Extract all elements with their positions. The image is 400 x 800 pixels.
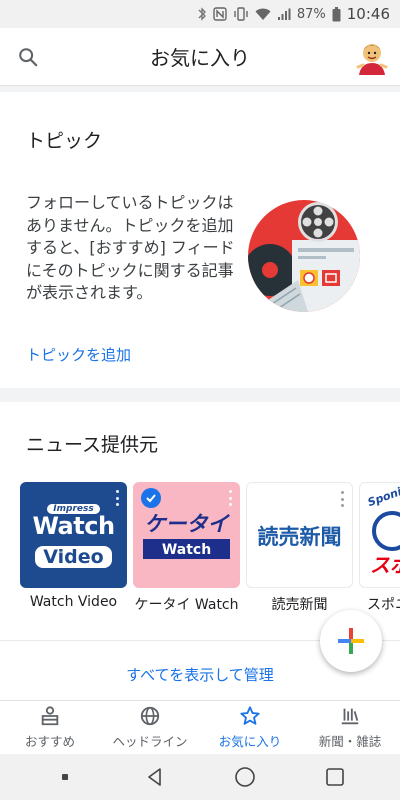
source-tile-watch-video[interactable]: Impress Watch Video Watch Video [20, 482, 127, 622]
logo-main-text: Sponichi [366, 482, 400, 510]
nav-newsstand[interactable]: 新聞・雑誌 [300, 701, 400, 754]
logo-sub-text: Watch [161, 542, 212, 558]
source-label: 読売新聞 [271, 597, 328, 613]
page-title: お気に入り [150, 46, 250, 70]
back-icon [148, 768, 161, 786]
nav-label: おすすめ [24, 734, 75, 749]
source-tile-keitai-watch[interactable]: ケータイ Watch ケータイ Watch [133, 482, 240, 622]
overview-button[interactable] [315, 757, 355, 797]
topics-section: トピック フォローしているトピックはありません。トピックを追加すると、[おすすめ… [0, 92, 400, 388]
bottom-nav: おすすめ ヘッドライン お気に入り 新聞・雑誌 [0, 700, 400, 754]
logo-main-text: ケータイ [144, 512, 229, 536]
wifi-icon [255, 8, 271, 21]
recent-dot-button[interactable] [45, 757, 85, 797]
battery-icon [332, 6, 341, 22]
sources-heading: ニュース提供元 [26, 434, 159, 456]
source-logo: Impress Watch Video [20, 482, 127, 588]
source-logo: 読売新聞 [246, 482, 353, 588]
nav-label: ヘッドライン [112, 734, 188, 749]
nav-favorites[interactable]: お気に入り [200, 701, 300, 754]
nav-label: 新聞・雑誌 [318, 734, 382, 749]
status-bar: 87% 10:46 [0, 0, 400, 28]
battery-percent: 87% [296, 6, 326, 22]
source-tile-sponichi[interactable]: Sponichi スポ スポニ [359, 482, 400, 622]
topics-illustration [248, 200, 360, 312]
nav-for-you[interactable]: おすすめ [0, 701, 100, 754]
for-you-icon [41, 706, 59, 726]
logo-sub-text: Video [35, 546, 112, 568]
star-icon [240, 706, 260, 725]
globe-icon [140, 706, 160, 726]
signal-icon [277, 8, 291, 21]
tile-menu-icon[interactable] [337, 489, 347, 509]
search-button[interactable] [0, 28, 56, 86]
source-label: ケータイ Watch [134, 597, 239, 613]
home-icon [235, 767, 255, 787]
tile-menu-icon[interactable] [112, 488, 122, 508]
app-bar: お気に入り [0, 28, 400, 86]
plus-icon [338, 628, 364, 654]
topics-empty-message: フォローしているトピックはありません。トピックを追加すると、[おすすめ] フィー… [26, 193, 235, 302]
avatar[interactable] [344, 28, 400, 86]
nav-headlines[interactable]: ヘッドライン [100, 701, 200, 754]
add-topic-link[interactable]: トピックを追加 [26, 344, 131, 365]
newsstand-icon [341, 708, 359, 725]
source-logo: Sponichi スポ [359, 482, 400, 588]
system-nav-bar [0, 754, 400, 800]
search-icon [19, 47, 38, 66]
logo-sub-text: スポ [370, 553, 400, 577]
add-fab-button[interactable] [320, 610, 382, 672]
tile-menu-icon[interactable] [225, 488, 235, 508]
followed-check-icon [141, 488, 161, 508]
vibrate-icon [233, 7, 249, 21]
topics-heading: トピック [26, 130, 103, 152]
status-time: 10:46 [346, 5, 390, 23]
overview-icon [326, 768, 344, 786]
nfc-icon [213, 7, 227, 21]
avatar-icon [356, 43, 388, 75]
source-logo: ケータイ Watch [133, 482, 240, 588]
bluetooth-icon [197, 7, 207, 21]
dot-icon [62, 774, 68, 780]
source-tile-yomiuri[interactable]: 読売新聞 読売新聞 [246, 482, 353, 622]
sources-carousel[interactable]: Impress Watch Video Watch Video ケータイ Wat… [20, 482, 400, 622]
logo-main-text: 読売新聞 [257, 525, 342, 549]
nav-label: お気に入り [218, 734, 282, 749]
source-label: スポニ [367, 597, 400, 613]
logo-main-text: Watch [32, 512, 115, 540]
back-button[interactable] [135, 757, 175, 797]
home-button[interactable] [225, 757, 265, 797]
section-gap [0, 388, 400, 402]
sponichi-mark [372, 511, 400, 551]
source-label: Watch Video [29, 594, 118, 610]
